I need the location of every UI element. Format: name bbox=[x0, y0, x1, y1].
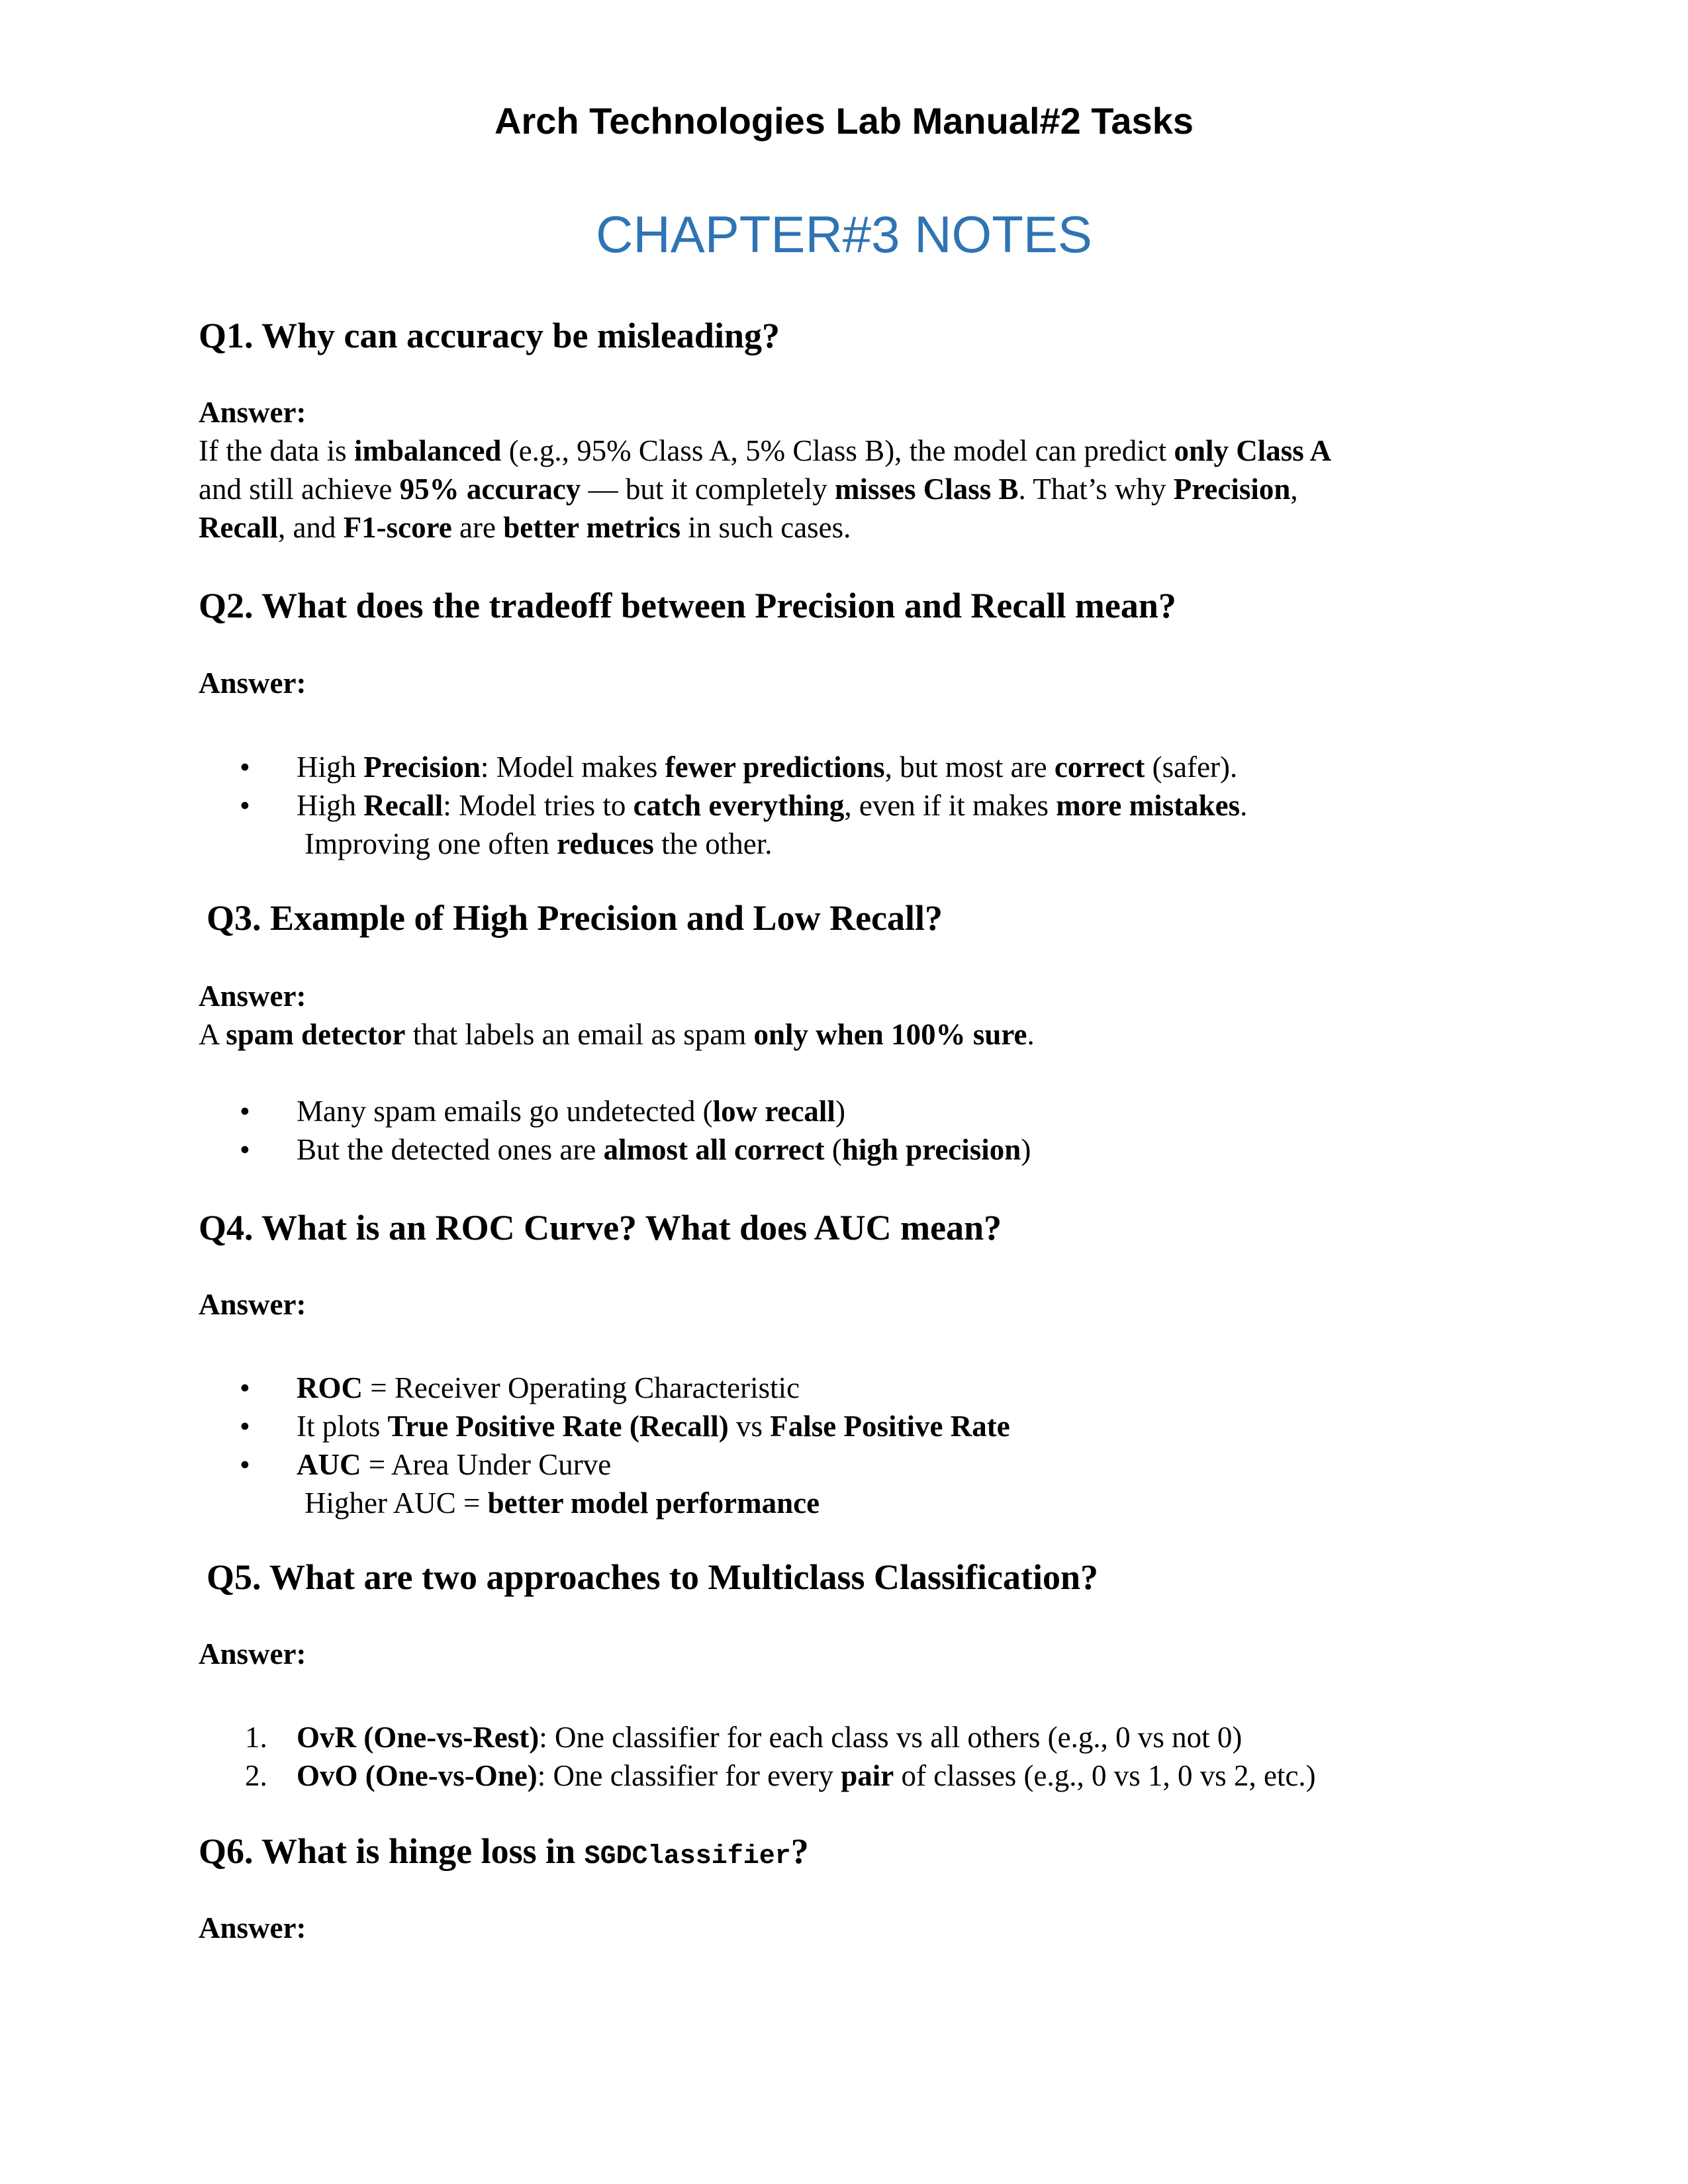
bullet-icon: • bbox=[240, 751, 250, 784]
q3-line-1: A spam detector that labels an email as … bbox=[199, 1018, 1035, 1051]
q4-heading: Q4. What is an ROC Curve? What does AUC … bbox=[199, 1208, 1002, 1248]
q4-bullet-1: ROC = Receiver Operating Characteristic bbox=[297, 1371, 800, 1404]
q5-answer-label: Answer: bbox=[199, 1637, 306, 1670]
q5-heading: Q5. What are two approaches to Multiclas… bbox=[207, 1557, 1098, 1597]
q1-answer-label: Answer: bbox=[199, 396, 306, 429]
q3-bullet-1: Many spam emails go undetected (low reca… bbox=[297, 1095, 845, 1128]
code-term: SGDClassifier bbox=[584, 1842, 791, 1872]
q3-heading: Q3. Example of High Precision and Low Re… bbox=[207, 898, 943, 938]
q1-line-1: If the data is imbalanced (e.g., 95% Cla… bbox=[199, 434, 1332, 467]
chapter-title: CHAPTER#3 NOTES bbox=[596, 205, 1092, 263]
q1-line-2: and still achieve 95% accuracy — but it … bbox=[199, 473, 1298, 506]
list-number: 2. bbox=[245, 1759, 267, 1792]
list-number: 1. bbox=[245, 1721, 267, 1754]
q4-bullet-3: AUC = Area Under Curve bbox=[297, 1448, 612, 1481]
bullet-icon: • bbox=[240, 1133, 250, 1166]
q4-continuation: Higher AUC = better model performance bbox=[305, 1486, 820, 1520]
q5-item-1: OvR (One-vs-Rest): One classifier for ea… bbox=[297, 1721, 1243, 1754]
q4-answer-label: Answer: bbox=[199, 1288, 306, 1321]
q6-heading: Q6. What is hinge loss in SGDClassifier? bbox=[199, 1831, 809, 1872]
q2-bullet-2: High Recall: Model tries to catch everyt… bbox=[297, 789, 1248, 822]
bullet-icon: • bbox=[240, 1371, 250, 1404]
q6-answer-label: Answer: bbox=[199, 1911, 306, 1944]
q1-heading: Q1. Why can accuracy be misleading? bbox=[199, 316, 780, 355]
q5-item-2: OvO (One-vs-One): One classifier for eve… bbox=[297, 1759, 1316, 1792]
document-title: Arch Technologies Lab Manual#2 Tasks bbox=[494, 100, 1194, 142]
document-page: Arch Technologies Lab Manual#2 Tasks CHA… bbox=[0, 0, 1688, 2184]
q3-bullet-2: But the detected ones are almost all cor… bbox=[297, 1133, 1031, 1166]
q2-bullet-1: High Precision: Model makes fewer predic… bbox=[297, 751, 1238, 784]
bullet-icon: • bbox=[240, 1095, 250, 1128]
q1-line-3: Recall, and F1-score are better metrics … bbox=[199, 511, 851, 544]
q3-answer-label: Answer: bbox=[199, 979, 306, 1013]
q2-continuation: Improving one often reduces the other. bbox=[305, 827, 773, 860]
bullet-icon: • bbox=[240, 789, 250, 822]
bullet-icon: • bbox=[240, 1410, 250, 1443]
q2-heading: Q2. What does the tradeoff between Preci… bbox=[199, 586, 1176, 625]
bullet-icon: • bbox=[240, 1448, 250, 1481]
q4-bullet-2: It plots True Positive Rate (Recall) vs … bbox=[297, 1410, 1010, 1443]
q2-answer-label: Answer: bbox=[199, 666, 306, 700]
